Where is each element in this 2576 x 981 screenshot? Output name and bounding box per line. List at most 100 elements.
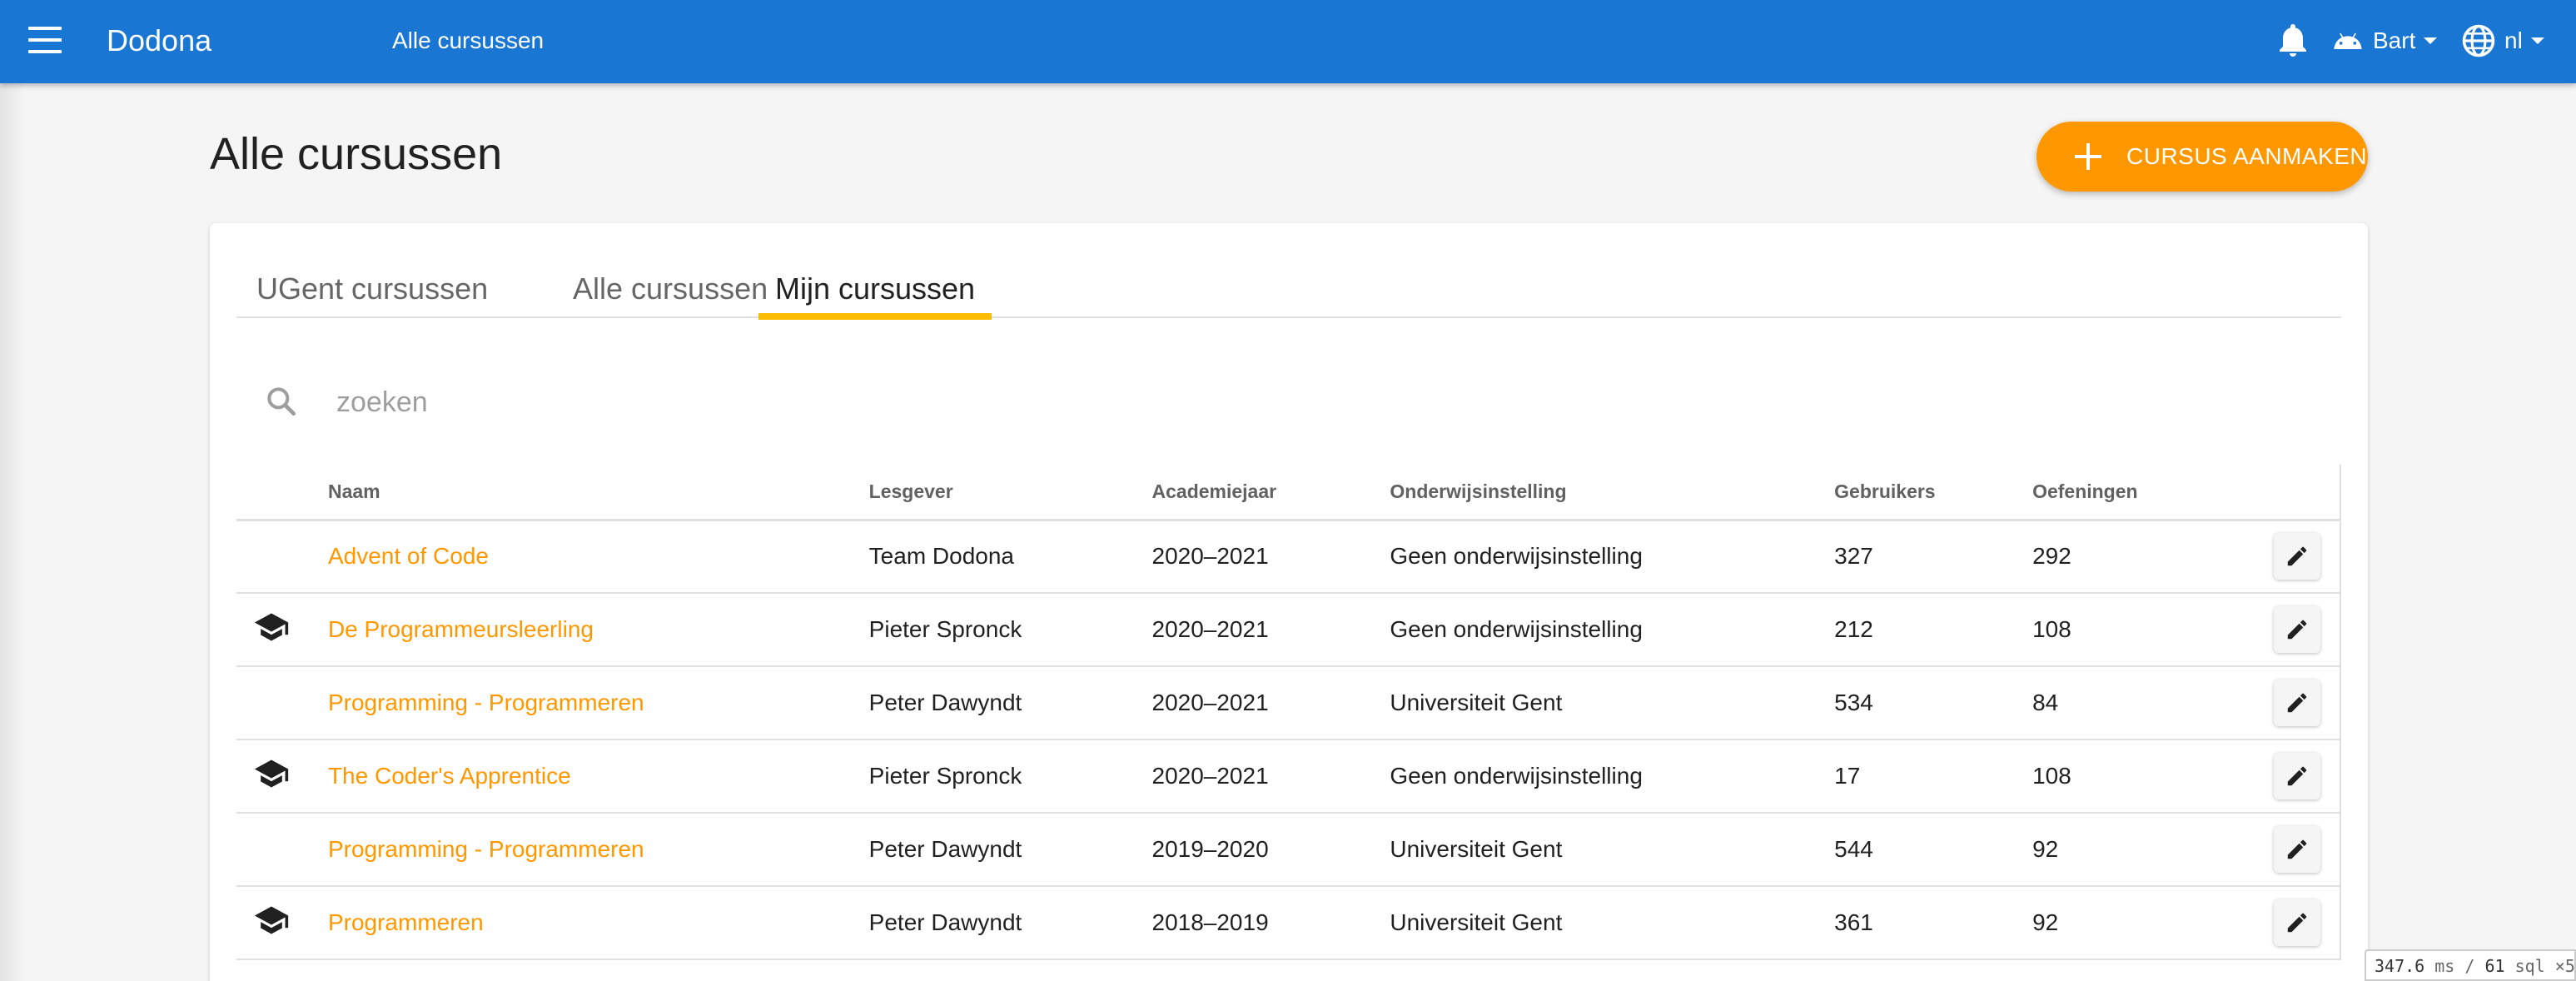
exercises-cell: 292 [2032,520,2274,594]
table-header-row: Naam Lesgever Academiejaar Onderwijsinst… [236,465,2340,521]
tab-all-courses[interactable]: Alle cursussen [556,256,784,318]
institution-cell: Geen onderwijsinstelling [1390,520,1835,594]
performance-badge[interactable]: 347.6 ms / 61 sql ×5 [2365,949,2576,981]
perf-sql-unit: sql [2514,956,2545,976]
teacher-cell: Pieter Spronck [868,593,1152,667]
teacher-cell: Peter Dawyndt [868,813,1152,887]
edit-button[interactable] [2273,899,2320,946]
teacher-cell: Pieter Spronck [868,739,1152,814]
institution-cell: Universiteit Gent [1390,886,1835,960]
edit-cell [2273,813,2340,887]
courses-card: UGent cursussen Alle cursussen Mijn curs… [210,223,2368,981]
edit-button[interactable] [2273,533,2320,580]
header-exercises[interactable]: Oefeningen [2032,465,2274,521]
table-row: Programmeren Peter Dawyndt 2018–2019 Univer… [236,886,2340,960]
search-input[interactable] [336,380,1169,425]
graduation-cap-icon [254,613,289,640]
edit-button[interactable] [2273,606,2320,653]
exercises-cell: 108 [2032,739,2274,814]
year-cell: 2018–2019 [1151,886,1390,960]
edit-button[interactable] [2273,680,2320,726]
brand-title[interactable]: Dodona [107,23,211,58]
header-name[interactable]: Naam [327,465,869,521]
course-name-cell: De Programmeursleerling [327,593,869,667]
pencil-icon [2287,546,2307,566]
create-course-button[interactable]: CURSUS AANMAKEN [2036,122,2368,192]
edit-cell [2273,520,2340,594]
teacher-cell: Team Dodona [868,520,1152,594]
exercises-cell: 92 [2032,813,2274,887]
edit-button[interactable] [2273,826,2320,873]
table-row: The Coder's Apprentice Pieter Spronck 2020… [236,739,2340,814]
create-course-label: CURSUS AANMAKEN [2126,143,2368,169]
year-cell: 2020–2021 [1151,739,1390,814]
header-year[interactable]: Academiejaar [1151,465,1390,521]
row-icon-cell [236,813,328,887]
edit-cell [2273,739,2340,814]
year-cell: 2020–2021 [1151,520,1390,594]
app-bar: Dodona Alle cursussen Bart nl [0,0,2576,83]
users-cell: 17 [1834,739,2033,814]
app-bar-title: Alle cursussen [392,27,545,53]
edit-button[interactable] [2273,753,2320,799]
course-name-cell: The Coder's Apprentice [327,739,869,814]
row-icon-cell [236,739,328,814]
header-institution[interactable]: Onderwijsinstelling [1390,465,1835,521]
perf-ms-unit: ms [2434,956,2455,976]
year-cell: 2019–2020 [1151,813,1390,887]
plus-icon [2070,138,2106,175]
course-link[interactable]: Advent of Code [328,543,489,569]
edit-cell [2273,593,2340,667]
pencil-icon [2287,693,2307,713]
course-link[interactable]: The Coder's Apprentice [328,763,571,789]
bell-icon[interactable] [2273,20,2313,60]
courses-table: Naam Lesgever Academiejaar Onderwijsinst… [236,465,2341,960]
year-cell: 2020–2021 [1151,666,1390,740]
edit-cell [2273,666,2340,740]
course-link[interactable]: Programming - Programmeren [328,836,644,862]
teacher-cell: Peter Dawyndt [868,886,1152,960]
course-tabs: UGent cursussen Alle cursussen Mijn curs… [236,256,2341,320]
pencil-icon [2287,913,2307,933]
chevron-down-icon [2530,37,2544,44]
header-icon [236,465,328,521]
course-link[interactable]: Programmeren [328,909,484,935]
row-icon-cell [236,520,328,594]
course-link[interactable]: De Programmeursleerling [328,616,594,642]
pencil-icon [2287,766,2307,786]
perf-multiplier: ×5 [2554,956,2575,976]
course-name-cell: Programming - Programmeren [327,813,869,887]
perf-sql: 61 [2484,956,2505,976]
graduation-cap-icon [254,906,289,934]
row-icon-cell [236,886,328,960]
year-cell: 2020–2021 [1151,593,1390,667]
page-title: Alle cursussen [210,129,503,179]
institution-cell: Universiteit Gent [1390,813,1835,887]
language-label: nl [2504,27,2523,53]
header-teacher[interactable]: Lesgever [868,465,1152,521]
header-actions [2273,465,2340,521]
exercises-cell: 84 [2032,666,2274,740]
users-cell: 212 [1834,593,2033,667]
user-menu[interactable]: Bart [2331,20,2438,62]
exercises-cell: 92 [2032,886,2274,960]
course-name-cell: Programmeren [327,886,869,960]
globe-icon [2462,24,2495,57]
row-icon-cell [236,666,328,740]
user-name: Bart [2373,27,2416,53]
perf-ms: 347.6 [2375,956,2425,976]
menu-icon[interactable] [28,27,62,57]
header-users[interactable]: Gebruikers [1834,465,2033,521]
institution-cell: Geen onderwijsinstelling [1390,739,1835,814]
exercises-cell: 108 [2032,593,2274,667]
graduation-cap-icon [254,759,289,787]
teacher-cell: Peter Dawyndt [868,666,1152,740]
tab-ugent-courses[interactable]: UGent cursussen [240,256,505,318]
edit-cell [2273,886,2340,960]
tab-my-courses[interactable]: Mijn cursussen [758,256,992,320]
language-menu[interactable]: nl [2461,20,2544,62]
table-row: De Programmeursleerling Pieter Spronck 202… [236,593,2340,667]
users-cell: 534 [1834,666,2033,740]
table-row: Programming - Programmeren Peter Dawyndt 2… [236,813,2340,887]
course-link[interactable]: Programming - Programmeren [328,690,644,715]
